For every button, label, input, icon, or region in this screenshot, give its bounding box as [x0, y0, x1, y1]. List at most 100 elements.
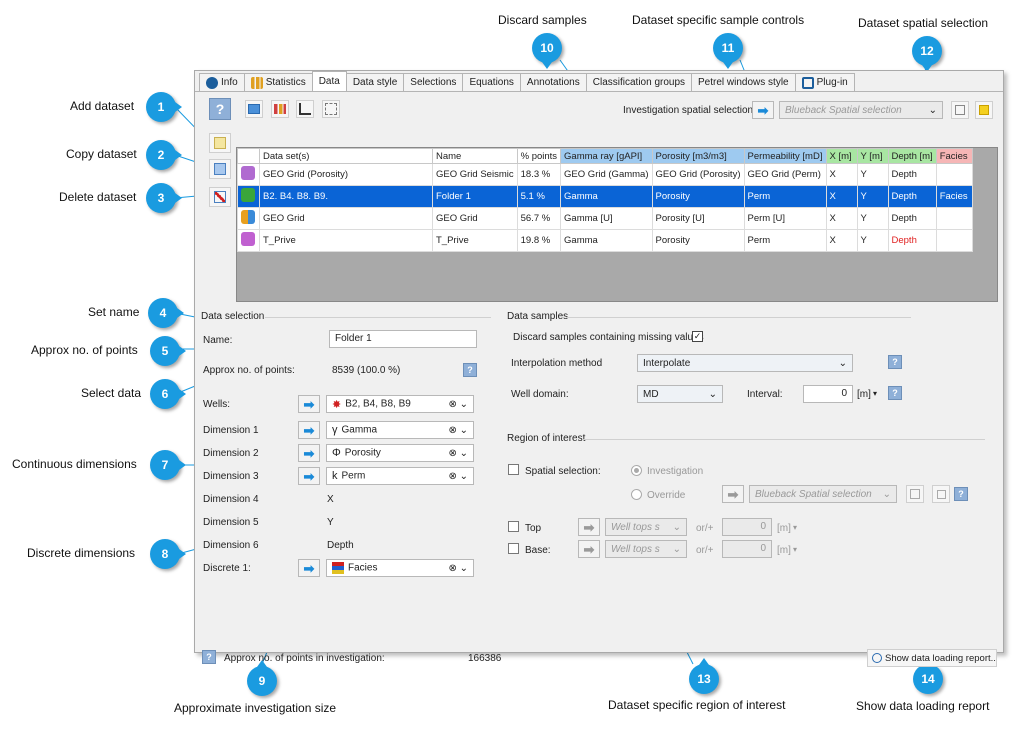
discrete-1-combo[interactable]: Facies ⊗ ⌄ — [326, 559, 474, 577]
well-domain-combo[interactable]: MD ⌄ — [637, 385, 723, 403]
arrow-right-icon: ➡ — [303, 445, 315, 461]
tab-petrel-windows-style[interactable]: Petrel windows style — [691, 73, 796, 92]
tab-statistics[interactable]: Statistics — [243, 73, 313, 92]
tab-classification-groups[interactable]: Classification groups — [585, 73, 693, 92]
header-icon-col — [237, 148, 260, 164]
dimension-3-label: Dimension 3 — [203, 471, 259, 482]
approx-points-label: Approx no. of points: — [203, 365, 295, 376]
header-name[interactable]: Name — [432, 148, 518, 164]
approx-help-icon[interactable]: ? — [463, 363, 477, 377]
dimension-3-combo[interactable]: k Perm ⊗ ⌄ — [326, 467, 474, 485]
spatial-selection-checkbox[interactable] — [508, 464, 519, 475]
header-y[interactable]: Y [m] — [856, 148, 889, 164]
discrete-1-drop-button[interactable]: ➡ — [298, 559, 320, 577]
clear-toolbar-button[interactable] — [322, 100, 340, 118]
override-help-icon[interactable]: ? — [954, 487, 968, 501]
unit-chevron-icon[interactable]: ▾ — [793, 523, 797, 532]
show-loading-report-button[interactable]: Show data loading report.. — [867, 649, 997, 667]
callout-badge-4: 4 — [148, 298, 184, 328]
callout-label-investigation-size: Approximate investigation size — [174, 701, 337, 715]
interval-unit[interactable]: [m] — [857, 389, 871, 400]
tab-info[interactable]: Info — [199, 73, 245, 92]
top-combo[interactable]: Well tops s ⌄ — [605, 518, 687, 536]
wells-drop-button[interactable]: ➡ — [298, 395, 320, 413]
interval-field[interactable]: 0 — [803, 385, 853, 403]
table-row[interactable]: B2. B4. B8. B9. Folder 1 5.1 % Gamma Por… — [237, 185, 973, 208]
dimension-3-drop-button[interactable]: ➡ — [298, 467, 320, 485]
cell-perm: GEO Grid (Perm) — [743, 163, 827, 186]
header-facies[interactable]: Facies — [935, 148, 973, 164]
axis-toolbar-button[interactable] — [296, 100, 314, 118]
tab-plug-in[interactable]: Plug-in — [794, 73, 855, 92]
name-field[interactable]: Folder 1 — [329, 330, 477, 348]
add-dataset-toolbar-button[interactable] — [245, 100, 263, 118]
top-unit[interactable]: [m] — [777, 523, 791, 534]
discard-samples-checkbox[interactable]: ✓ — [692, 331, 703, 342]
cell-y: Y — [856, 207, 889, 230]
header-gamma-ray[interactable]: Gamma ray [gAPI] — [560, 148, 653, 164]
header-permeability[interactable]: Permeability [mD] — [743, 148, 827, 164]
add-dataset-button[interactable] — [209, 133, 231, 153]
override-color-button[interactable] — [932, 485, 950, 503]
copy-dataset-button[interactable] — [209, 159, 231, 179]
header-dataset[interactable]: Data set(s) — [259, 148, 433, 164]
chevron-down-icon: ⌄ — [882, 488, 891, 500]
header-percent-points[interactable]: % points — [516, 148, 562, 164]
data-tab-content: ? Investigation spatial selection ➡ Blue… — [195, 91, 1003, 667]
table-row[interactable]: GEO Grid (Porosity) GEO Grid Seismic 18.… — [237, 163, 973, 186]
tab-annotations[interactable]: Annotations — [519, 73, 587, 92]
unit-chevron-icon[interactable]: ▾ — [873, 389, 877, 398]
investigation-help-icon[interactable]: ? — [202, 650, 216, 664]
base-checkbox[interactable] — [508, 543, 519, 554]
spatial-selection-combo[interactable]: Blueback Spatial selection ⌄ — [779, 101, 943, 119]
top-drop-button[interactable]: ➡ — [578, 518, 600, 536]
base-unit[interactable]: [m] — [777, 545, 791, 556]
spatial-color-button[interactable] — [975, 101, 993, 119]
region-of-interest-title: Region of interest — [507, 433, 586, 444]
override-combo[interactable]: Blueback Spatial selection ⌄ — [749, 485, 897, 503]
delete-icon — [214, 191, 226, 203]
tab-selections[interactable]: Selections — [403, 73, 464, 92]
arrow-right-icon: ➡ — [583, 519, 595, 535]
spatial-settings-button[interactable] — [951, 101, 969, 119]
interpolation-help-icon[interactable]: ? — [888, 355, 902, 369]
chevron-down-icon: ⌄ — [672, 521, 681, 533]
tab-data-style[interactable]: Data style — [345, 73, 405, 92]
base-combo[interactable]: Well tops s ⌄ — [605, 540, 687, 558]
dimension-1-drop-button[interactable]: ➡ — [298, 421, 320, 439]
header-x[interactable]: X [m] — [825, 148, 858, 164]
callout-label-delete-dataset: Delete dataset — [59, 190, 137, 204]
tab-equations[interactable]: Equations — [462, 73, 521, 92]
delete-dataset-button[interactable] — [209, 187, 231, 207]
interpolation-combo[interactable]: Interpolate ⌄ — [637, 354, 853, 372]
top-offset-field[interactable]: 0 — [722, 518, 772, 536]
top-checkbox[interactable] — [508, 521, 519, 532]
table-row[interactable]: T_Prive T_Prive 19.8 % Gamma Porosity Pe… — [237, 229, 973, 252]
dimension-2-combo[interactable]: Φ Porosity ⊗ ⌄ — [326, 444, 474, 462]
statistics-toolbar-button[interactable] — [271, 100, 289, 118]
top-combo-value: Well tops s — [611, 521, 660, 533]
sample-controls-help-icon[interactable]: ? — [888, 386, 902, 400]
cell-percent: 56.7 % — [516, 207, 562, 230]
table-row[interactable]: GEO Grid GEO Grid 56.7 % Gamma [U] Poros… — [237, 207, 973, 230]
base-drop-button[interactable]: ➡ — [578, 540, 600, 558]
cell-x: X — [825, 163, 858, 186]
help-button[interactable]: ? — [209, 98, 231, 120]
callout-badge-3: 3 — [146, 183, 182, 213]
override-radio[interactable] — [631, 489, 642, 500]
header-depth[interactable]: Depth [m] — [887, 148, 937, 164]
base-offset-field[interactable]: 0 — [722, 540, 772, 558]
unit-chevron-icon[interactable]: ▾ — [793, 545, 797, 554]
dimension-5-value: Y — [327, 517, 334, 528]
header-porosity[interactable]: Porosity [m3/m3] — [651, 148, 745, 164]
callout-label-sample-controls: Dataset specific sample controls — [632, 13, 805, 27]
investigation-radio[interactable] — [631, 465, 642, 476]
spatial-selection-drop-button[interactable]: ➡ — [752, 101, 774, 119]
override-drop-button[interactable]: ➡ — [722, 485, 744, 503]
tab-data[interactable]: Data — [311, 71, 347, 92]
row-icon-cell — [237, 207, 260, 230]
wells-combo[interactable]: ✸ B2, B4, B8, B9 ⊗ ⌄ — [326, 395, 474, 413]
override-settings-button[interactable] — [906, 485, 924, 503]
dimension-2-drop-button[interactable]: ➡ — [298, 444, 320, 462]
dimension-1-combo[interactable]: γ Gamma ⊗ ⌄ — [326, 421, 474, 439]
